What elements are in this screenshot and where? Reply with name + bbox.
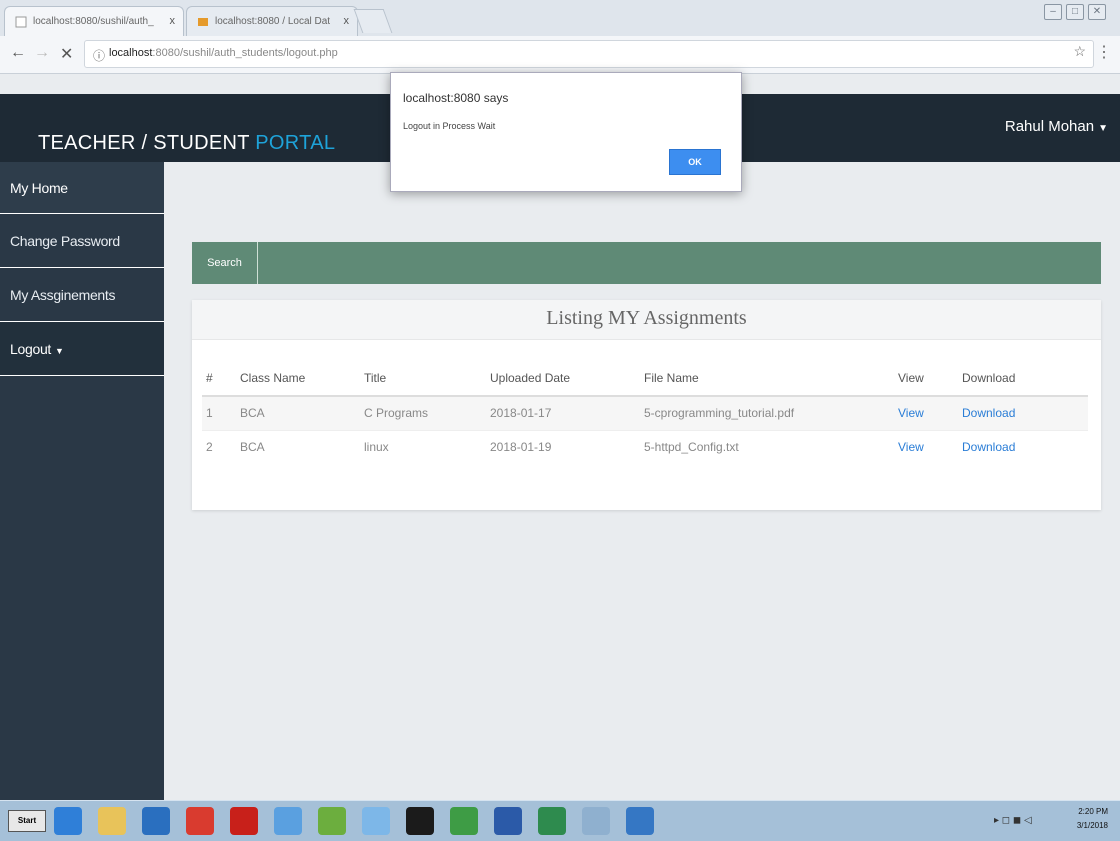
site-info-icon[interactable]: ⓘ (93, 47, 105, 64)
column-header: Title (360, 360, 486, 397)
close-window-icon[interactable]: ✕ (1088, 4, 1106, 20)
view-cell: View (894, 429, 958, 464)
tab-title: localhost:8080 / Local Dat (215, 16, 331, 27)
browser-tab-1[interactable]: localhost:8080/sushil/auth_ x (4, 6, 184, 36)
xampp-icon[interactable] (450, 807, 478, 835)
ie-icon[interactable] (54, 807, 82, 835)
brand-accent: PORTAL (255, 132, 336, 154)
brand-title[interactable]: TEACHER / STUDENT PORTAL (38, 132, 335, 155)
clock-time[interactable]: 2:20 PM (1078, 807, 1108, 816)
tray-icons[interactable]: ▸ ◻ ◼ ◁ (994, 815, 1032, 826)
brand-main: TEACHER / STUDENT (38, 132, 256, 154)
table-row: 1 BCA C Programs 2018-01-17 5-cprogrammi… (202, 395, 1088, 430)
url-text: localhost:8080/sushil/auth_students/logo… (109, 47, 338, 59)
uploaded-date-cell: 2018-01-19 (486, 429, 640, 464)
search-button[interactable]: Search (192, 242, 258, 284)
notepad-icon[interactable] (318, 807, 346, 835)
excel-icon[interactable] (538, 807, 566, 835)
maximize-icon[interactable]: □ (1066, 4, 1084, 20)
url-host: localhost (109, 47, 153, 59)
uploaded-date-cell: 2018-01-17 (486, 395, 640, 430)
download-cell: Download (958, 395, 1088, 430)
taskbar: Start ▸ ◻ ◼ ◁ 2:20 PM 3/1/2018 (0, 800, 1120, 841)
url-path: :8080/sushil/auth_students/logout.php (152, 47, 338, 59)
chrome-icon[interactable] (186, 807, 214, 835)
class-name-cell: BCA (236, 429, 360, 464)
column-header: Download (958, 360, 1088, 397)
column-header: File Name (640, 360, 894, 397)
panel-title: Listing MY Assignments (546, 307, 747, 329)
user-name: Rahul Mohan (1004, 118, 1095, 135)
tab-title: localhost:8080/sushil/auth_ (33, 16, 154, 27)
stop-icon[interactable]: ✕ (60, 44, 73, 64)
word-icon[interactable] (494, 807, 522, 835)
browser-tab-bar: localhost:8080/sushil/auth_ x localhost:… (0, 0, 1120, 36)
search-icon[interactable] (582, 807, 610, 835)
address-bar-row: ← → ✕ ⓘ localhost:8080/sushil/auth_stude… (0, 36, 1120, 74)
download-cell: Download (958, 429, 1088, 464)
column-header: Uploaded Date (486, 360, 640, 397)
assignments-panel: Listing MY Assignments # Class Name Titl… (192, 300, 1101, 510)
download-link[interactable]: Download (962, 440, 1015, 454)
close-tab-icon[interactable]: x (170, 15, 176, 27)
sidebar: My Home Change Password My Assginements … (0, 162, 164, 800)
forward-icon[interactable]: → (34, 44, 50, 62)
terminal-icon[interactable] (406, 807, 434, 835)
sidebar-item-label: My Assginements (10, 287, 116, 303)
vscode-icon[interactable] (274, 807, 302, 835)
sidebar-item-label: Logout (10, 341, 52, 357)
title-cell: linux (360, 429, 486, 464)
column-header: # (202, 360, 236, 397)
sidebar-item-change-password[interactable]: Change Password (0, 214, 164, 268)
alert-dialog: localhost:8080 says Logout in Process Wa… (390, 72, 742, 192)
chevron-down-icon: ▼ (1098, 123, 1108, 134)
file-name-cell: 5-cprogramming_tutorial.pdf (640, 395, 894, 430)
table-header-row: # Class Name Title Uploaded Date File Na… (202, 360, 1088, 397)
outlook-icon[interactable] (142, 807, 170, 835)
assignments-table: # Class Name Title Uploaded Date File Na… (202, 360, 1088, 464)
view-cell: View (894, 395, 958, 430)
close-tab-icon[interactable]: x (344, 15, 350, 27)
sidebar-item-logout[interactable]: Logout ▼ (0, 322, 164, 376)
paint-icon[interactable] (362, 807, 390, 835)
title-cell: C Programs (360, 395, 486, 430)
browser-menu-icon[interactable]: ⋮ (1096, 42, 1112, 62)
bookmark-star-icon[interactable]: ☆ (1073, 43, 1086, 60)
view-link[interactable]: View (898, 406, 924, 420)
sidebar-item-label: Change Password (10, 233, 120, 249)
ok-button[interactable]: OK (669, 149, 721, 175)
user-menu-dropdown[interactable]: Rahul Mohan ▼ (1005, 118, 1108, 135)
browser-tab-2[interactable]: localhost:8080 / Local Dat x (186, 6, 358, 36)
row-number: 2 (202, 429, 236, 464)
acrobat-icon[interactable] (230, 807, 258, 835)
url-input[interactable]: ⓘ localhost:8080/sushil/auth_students/lo… (84, 40, 1094, 68)
alert-title: localhost:8080 says (403, 91, 509, 105)
row-number: 1 (202, 395, 236, 430)
column-header: Class Name (236, 360, 360, 397)
panel-header: Listing MY Assignments (192, 300, 1101, 340)
media-icon[interactable] (626, 807, 654, 835)
chevron-down-icon: ▼ (55, 346, 64, 356)
sidebar-item-my-assignments[interactable]: My Assginements (0, 268, 164, 322)
class-name-cell: BCA (236, 395, 360, 430)
sidebar-item-my-home[interactable]: My Home (0, 162, 164, 214)
start-button[interactable]: Start (8, 810, 46, 832)
search-bar: Search (192, 242, 1101, 284)
sidebar-item-label: My Home (10, 180, 68, 196)
back-icon[interactable]: ← (10, 44, 26, 62)
download-link[interactable]: Download (962, 406, 1015, 420)
file-name-cell: 5-httpd_Config.txt (640, 429, 894, 464)
database-icon (197, 16, 209, 28)
explorer-icon[interactable] (98, 807, 126, 835)
clock-date[interactable]: 3/1/2018 (1077, 821, 1108, 830)
column-header: View (894, 360, 958, 397)
new-tab-button[interactable] (353, 9, 393, 33)
view-link[interactable]: View (898, 440, 924, 454)
system-tray: ▸ ◻ ◼ ◁ 2:20 PM 3/1/2018 (970, 805, 1120, 837)
page-icon (15, 16, 27, 28)
alert-message: Logout in Process Wait (403, 121, 496, 131)
table-row: 2 BCA linux 2018-01-19 5-httpd_Config.tx… (202, 429, 1088, 464)
minimize-icon[interactable]: – (1044, 4, 1062, 20)
